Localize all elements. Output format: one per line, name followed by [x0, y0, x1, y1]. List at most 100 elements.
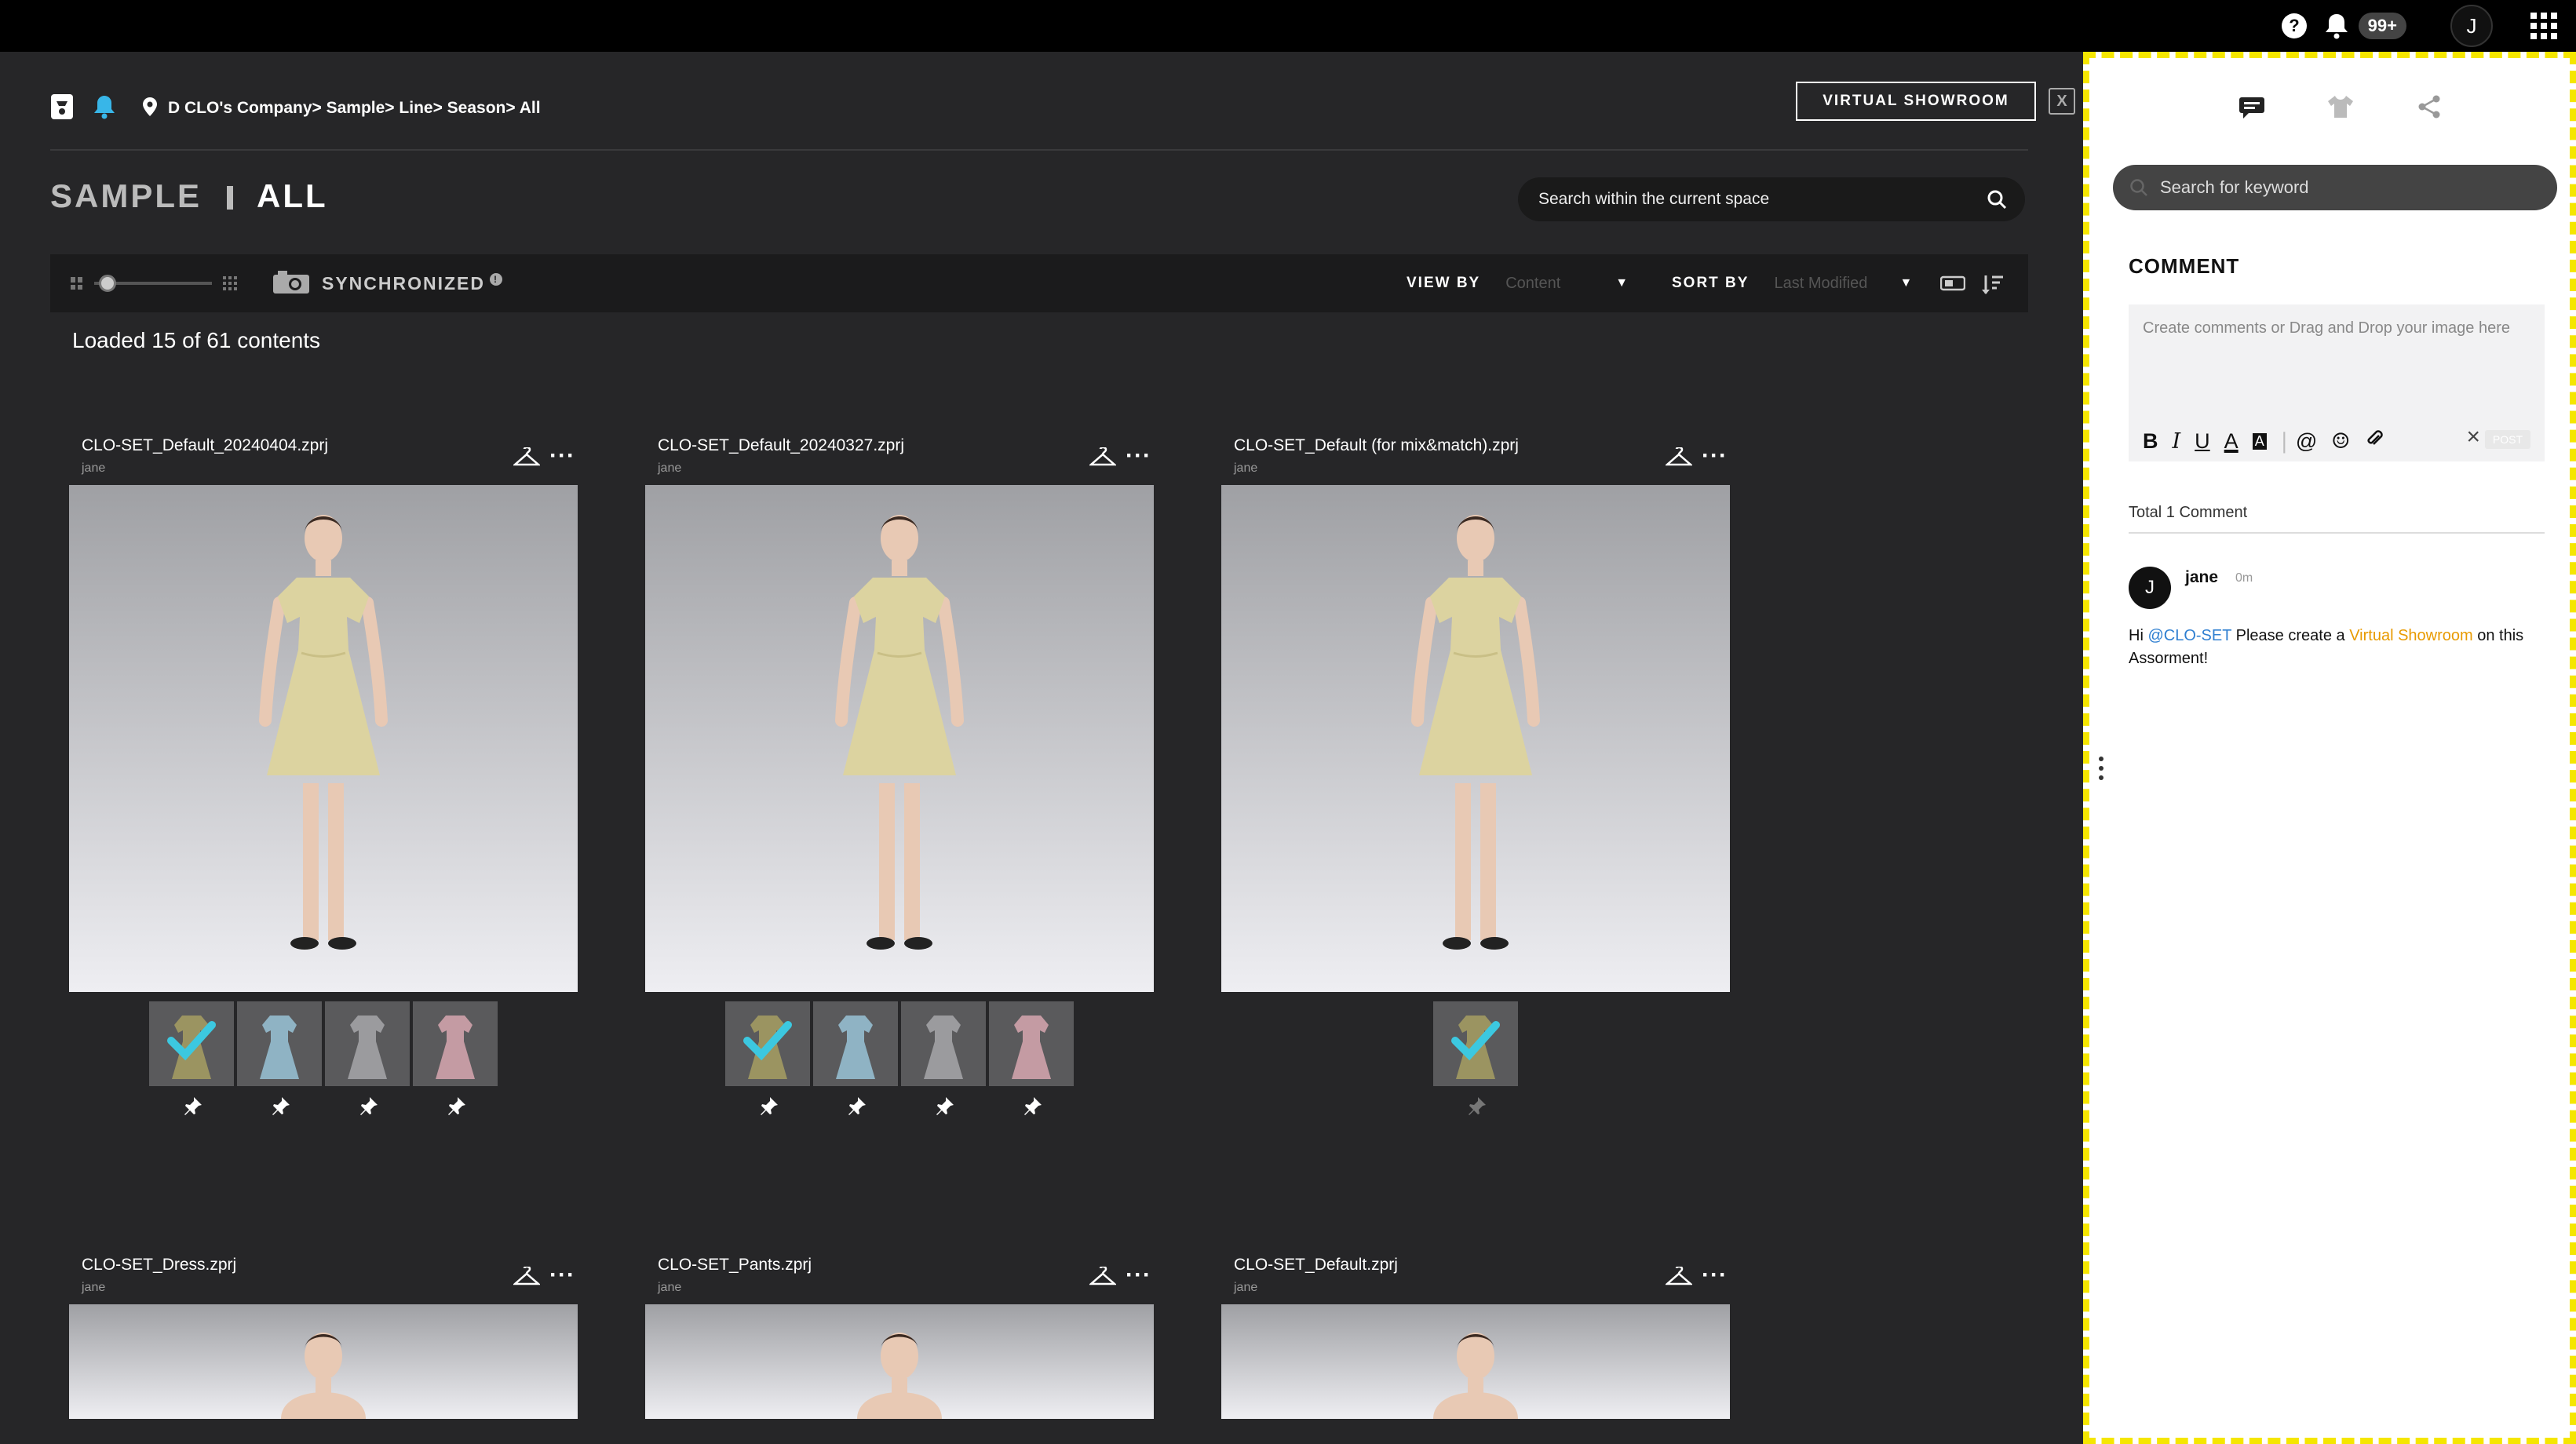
hanger-icon[interactable] [1664, 446, 1694, 472]
bell-icon[interactable] [93, 94, 116, 123]
slider-handle[interactable] [99, 275, 116, 292]
bold-icon[interactable]: B [2143, 429, 2158, 454]
colorway-swatch[interactable] [901, 1001, 986, 1086]
page-title: SAMPLE ALL [50, 177, 328, 215]
close-icon[interactable]: × [2466, 424, 2480, 450]
hanger-icon[interactable] [1088, 1265, 1118, 1291]
colorway-swatch[interactable] [725, 1001, 810, 1086]
chevron-down-icon[interactable]: ▼ [1899, 276, 1912, 290]
comment-mention[interactable]: @CLO-SET [2147, 627, 2231, 644]
pin-icon[interactable] [1433, 1096, 1521, 1119]
pin-icon[interactable] [325, 1096, 413, 1119]
card-filename[interactable]: CLO-SET_Pants.zprj [658, 1256, 812, 1274]
colorway-swatch[interactable] [1433, 1001, 1518, 1086]
camera-icon[interactable] [272, 268, 311, 299]
card-thumbnail[interactable] [645, 485, 1154, 992]
sort-by-control[interactable]: SORT BY Last Modified ▼ [1672, 254, 1912, 312]
card-filename[interactable]: CLO-SET_Dress.zprj [82, 1256, 236, 1274]
info-icon[interactable]: ! [490, 272, 503, 286]
comment-editor[interactable]: Create comments or Drag and Drop your im… [2129, 304, 2545, 461]
pin-icon[interactable] [413, 1096, 501, 1119]
more-options-icon[interactable]: ··· [1126, 443, 1151, 469]
thumbnail-size-slider[interactable] [71, 275, 237, 292]
pin-icon[interactable] [989, 1096, 1077, 1119]
comment-virtual-showroom-link[interactable]: Virtual Showroom [2349, 627, 2472, 644]
card-thumbnail[interactable] [645, 1304, 1154, 1419]
colorway-swatch[interactable] [989, 1001, 1074, 1086]
card-filename[interactable]: CLO-SET_Default (for mix&match).zprj [1234, 436, 1519, 455]
view-by-select[interactable]: Content [1505, 275, 1615, 293]
comment-author-avatar[interactable]: J [2129, 567, 2171, 609]
slider-track[interactable] [94, 275, 212, 292]
colorway-swatch[interactable] [813, 1001, 898, 1086]
more-options-icon[interactable]: ··· [549, 443, 575, 469]
apps-grid-icon[interactable] [2530, 13, 2557, 39]
card-thumbnail[interactable] [69, 1304, 578, 1419]
menu-toggle-icon[interactable] [50, 93, 74, 124]
toolbar-divider: | [2280, 429, 2288, 454]
excel-export-icon[interactable]: X [2049, 88, 2075, 115]
card-thumbnail[interactable] [1221, 485, 1730, 992]
bell-icon[interactable] [2321, 10, 2352, 42]
avatar-figure [1411, 515, 1540, 950]
more-options-icon[interactable]: ··· [1126, 1262, 1151, 1289]
more-options-icon[interactable]: ··· [1702, 443, 1728, 469]
search-icon[interactable] [2129, 177, 2149, 202]
card-filename[interactable]: CLO-SET_Default.zprj [1234, 1256, 1398, 1274]
card-thumbnail[interactable] [69, 485, 578, 992]
chevron-down-icon[interactable]: ▼ [1615, 276, 1628, 290]
card-thumbnail[interactable] [1221, 1304, 1730, 1419]
colorway-swatch[interactable] [149, 1001, 234, 1086]
underline-icon[interactable]: U [2195, 429, 2210, 454]
view-mode-toggle-icon[interactable] [1939, 273, 1966, 294]
avatar-figure [835, 515, 964, 950]
hanger-icon[interactable] [1088, 446, 1118, 472]
pin-icon[interactable] [725, 1096, 813, 1119]
more-options-icon[interactable]: ··· [549, 1262, 575, 1289]
virtual-showroom-button[interactable]: VIRTUAL SHOWROOM [1796, 82, 2036, 121]
text-color-icon[interactable]: A [2224, 429, 2238, 454]
emoji-icon[interactable]: ☺ [2331, 429, 2350, 454]
colorway-swatch[interactable] [413, 1001, 498, 1086]
colorway-swatch[interactable] [237, 1001, 322, 1086]
comment-input-placeholder[interactable]: Create comments or Drag and Drop your im… [2143, 317, 2527, 340]
card-owner: jane [82, 461, 106, 475]
card-filename[interactable]: CLO-SET_Default_20240327.zprj [658, 436, 904, 455]
garment-tab-icon[interactable] [2327, 94, 2354, 123]
breadcrumb-bar: D CLO's Company> Sample> Line> Season> A… [50, 83, 2028, 133]
post-button[interactable]: POST [2484, 430, 2530, 449]
search-icon[interactable] [1986, 188, 2008, 215]
share-tab-icon[interactable] [2416, 94, 2443, 123]
comment-search-input[interactable]: Search for keyword [2113, 165, 2557, 210]
question-circle-icon[interactable]: ? [2279, 10, 2310, 42]
view-by-control[interactable]: VIEW BY Content ▼ [1407, 254, 1628, 312]
pin-icon[interactable] [149, 1096, 237, 1119]
card-filename[interactable]: CLO-SET_Default_20240404.zprj [82, 436, 328, 455]
comment-tab-icon[interactable] [2238, 94, 2265, 123]
space-search-input[interactable]: Search within the current space [1518, 177, 2025, 221]
hanger-icon[interactable] [512, 1265, 542, 1291]
hanger-icon[interactable] [1664, 1265, 1694, 1291]
pin-icon[interactable] [237, 1096, 325, 1119]
card-owner: jane [658, 461, 682, 475]
more-options-icon[interactable]: ··· [1702, 1262, 1728, 1289]
highlight-color-icon[interactable]: A [2252, 433, 2267, 450]
page-title-space: SAMPLE [50, 177, 203, 214]
mention-icon[interactable]: @ [2296, 429, 2317, 454]
hanger-icon[interactable] [512, 446, 542, 472]
comment-total: Total 1 Comment [2129, 504, 2248, 521]
colorway-swatch[interactable] [325, 1001, 410, 1086]
loaded-count: Loaded 15 of 61 contents [72, 328, 321, 352]
breadcrumb[interactable]: D CLO's Company> Sample> Line> Season> A… [168, 99, 541, 118]
main-content: D CLO's Company> Sample> Line> Season> A… [0, 52, 2083, 1444]
attachment-icon[interactable] [2364, 428, 2384, 454]
italic-icon[interactable]: I [2173, 429, 2181, 454]
notification-count-badge[interactable]: 99+ [2358, 13, 2406, 39]
user-avatar[interactable]: J [2450, 5, 2493, 47]
comment-body: Hi @CLO-SET Please create a Virtual Show… [2129, 625, 2552, 670]
pin-icon[interactable] [901, 1096, 989, 1119]
sort-order-icon[interactable] [1981, 273, 2005, 294]
pin-icon[interactable] [813, 1096, 901, 1119]
sort-by-select[interactable]: Last Modified [1774, 275, 1899, 293]
resize-handle-icon[interactable] [2099, 757, 2103, 780]
